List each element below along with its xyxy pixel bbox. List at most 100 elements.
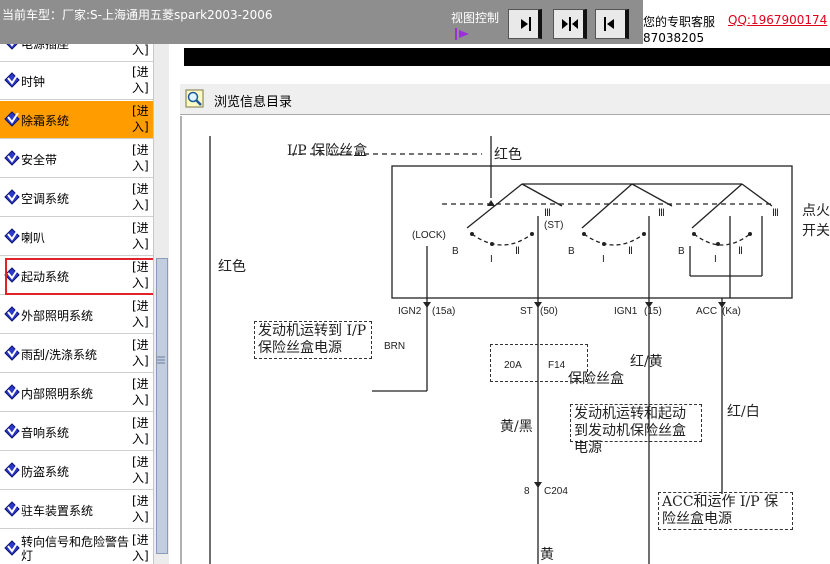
expand-left-button[interactable] bbox=[595, 9, 629, 39]
terminal-ii-3: Ⅱ bbox=[738, 246, 743, 257]
terminal-b-3: B bbox=[678, 246, 685, 257]
sidebar-item-label: 外部照明系统 bbox=[21, 309, 94, 323]
browse-catalog-link[interactable]: 浏览信息目录 bbox=[214, 91, 292, 110]
acc-value: (Ka) bbox=[722, 306, 741, 317]
ignition-switch-label: 点火开关 bbox=[802, 203, 830, 239]
sidebar-item-anti-theft[interactable]: 防盗系统 [进入] bbox=[0, 452, 153, 490]
current-car-label: 当前车型：厂家:S-上海通用五菱spark2003-2006 bbox=[2, 8, 273, 22]
sidebar-item-label: 转向信号和危险警告灯 bbox=[21, 535, 130, 563]
acc-ip-fuse-box-note: ACC和运作 I/P 保险丝盒电源 bbox=[658, 492, 793, 530]
top-bar: 当前车型：厂家:S-上海通用五菱spark2003-2006 视图控制 您的专职… bbox=[0, 0, 830, 44]
sidebar-item-defrost[interactable]: 除霜系统 [进入] bbox=[0, 101, 153, 139]
diamond-icon bbox=[4, 501, 20, 520]
diamond-icon bbox=[4, 111, 20, 130]
phone-number: 87038205 bbox=[643, 31, 705, 44]
red-yellow-wire-label: 红/黄 bbox=[630, 354, 663, 370]
panel-divider bbox=[169, 44, 180, 564]
yellow-black-wire-label: 黄/黑 bbox=[500, 419, 533, 435]
sidebar-item-horn[interactable]: 喇叭 [进入] bbox=[0, 218, 153, 256]
terminal-iii-1: Ⅲ bbox=[544, 208, 551, 219]
sidebar-item-audio-system[interactable]: 音响系统 [进入] bbox=[0, 413, 153, 451]
enter-link[interactable]: [进入] bbox=[132, 493, 150, 525]
diamond-icon bbox=[4, 228, 20, 247]
service-label: 您的专职客服 bbox=[643, 15, 716, 29]
sidebar-item-label: 驻车装置系统 bbox=[21, 504, 94, 518]
header-bar bbox=[184, 48, 830, 66]
connector-pin: 8 bbox=[524, 486, 530, 497]
sidebar-item-interior-lighting[interactable]: 内部照明系统 [进入] bbox=[0, 374, 153, 412]
qq-link[interactable]: QQ:1967900174 bbox=[728, 13, 827, 27]
red-wire-left-label: 红色 bbox=[218, 259, 246, 275]
split-view-button[interactable] bbox=[553, 9, 587, 39]
engine-run-start-fuse-box-note: 发动机运转和起动到发动机保险丝盒电源 bbox=[570, 404, 702, 456]
st-label: ST bbox=[520, 306, 533, 317]
diamond-icon bbox=[4, 423, 20, 442]
diamond-icon bbox=[4, 384, 20, 403]
connector-id: C204 bbox=[544, 486, 568, 497]
enter-link[interactable]: [进入] bbox=[132, 337, 150, 369]
ign1-value: (15) bbox=[644, 306, 662, 317]
fuse-box-label: 保险丝盒 bbox=[568, 371, 624, 387]
enter-link[interactable]: [进入] bbox=[132, 454, 150, 486]
sidebar-item-label: 防盗系统 bbox=[21, 465, 70, 479]
red-white-wire-label: 红/白 bbox=[727, 404, 760, 420]
diamond-icon bbox=[4, 189, 20, 208]
sidebar-item-label: 音响系统 bbox=[21, 426, 70, 440]
terminal-i-2: I bbox=[602, 254, 605, 265]
ign1-label: IGN1 bbox=[614, 306, 638, 317]
content-panel: 浏览信息目录 I/P 保险丝盒 红色 红色 点火开关 (LOCK) (ST) B… bbox=[180, 44, 830, 564]
system-list-sidebar: 电源插座 [进入] 时钟 [进入] 除霜系统 [进入] 安全带 [进入] 空调系… bbox=[0, 44, 153, 564]
sidebar-item-clock[interactable]: 时钟 [进入] bbox=[0, 62, 153, 100]
highlight-box bbox=[5, 258, 164, 295]
sidebar-item-turn-signal-hazard[interactable]: 转向信号和危险警告灯 [进入] bbox=[0, 530, 153, 564]
terminal-iii-3: Ⅲ bbox=[772, 208, 779, 219]
ign2-value: (15a) bbox=[432, 306, 456, 317]
diamond-icon bbox=[4, 540, 20, 559]
sidebar-item-parking-device[interactable]: 驻车装置系统 [进入] bbox=[0, 491, 153, 529]
sidebar-item-wiper-washer[interactable]: 雨刮/洗涤系统 [进入] bbox=[0, 335, 153, 373]
enter-link[interactable]: [进入] bbox=[132, 376, 150, 408]
sidebar-item-label: 雨刮/洗涤系统 bbox=[21, 348, 98, 362]
magnifier-icon[interactable] bbox=[185, 89, 205, 112]
terminal-ii-2: Ⅱ bbox=[628, 246, 633, 257]
enter-link[interactable]: [进入] bbox=[132, 532, 150, 564]
diamond-icon bbox=[4, 44, 20, 53]
enter-link[interactable]: [进入] bbox=[132, 44, 150, 58]
expand-right-button[interactable] bbox=[508, 9, 542, 39]
sidebar-item-label: 安全带 bbox=[21, 153, 58, 167]
enter-link[interactable]: [进入] bbox=[132, 181, 150, 213]
sidebar-scrollbar[interactable] bbox=[153, 44, 169, 564]
terminal-i-3: I bbox=[714, 254, 717, 265]
sidebar-item-exterior-lighting[interactable]: 外部照明系统 [进入] bbox=[0, 296, 153, 334]
sidebar-item-ac-system[interactable]: 空调系统 [进入] bbox=[0, 179, 153, 217]
sidebar-item-seatbelt[interactable]: 安全带 [进入] bbox=[0, 140, 153, 178]
enter-link[interactable]: [进入] bbox=[132, 415, 150, 447]
yellow-wire-label: 黄 bbox=[540, 547, 554, 563]
fuse-amperage: 20A bbox=[504, 360, 522, 371]
enter-link[interactable]: [进入] bbox=[132, 142, 150, 174]
enter-link[interactable]: [进入] bbox=[132, 64, 150, 96]
lock-label: (LOCK) bbox=[412, 230, 446, 241]
diamond-icon bbox=[4, 306, 20, 325]
sidebar-item-label: 除霜系统 bbox=[21, 114, 70, 128]
ign2-label: IGN2 bbox=[398, 306, 422, 317]
enter-link[interactable]: [进入] bbox=[132, 298, 150, 330]
terminal-b-1: B bbox=[452, 246, 459, 257]
terminal-ii-1: Ⅱ bbox=[515, 246, 520, 257]
diamond-icon bbox=[4, 150, 20, 169]
brn-wire-label: BRN bbox=[384, 341, 406, 352]
diamond-icon bbox=[4, 72, 20, 91]
terminal-i-1: I bbox=[490, 254, 493, 265]
enter-link[interactable]: [进入] bbox=[132, 220, 150, 252]
sidebar-item-label: 内部照明系统 bbox=[21, 387, 94, 401]
red-wire-top-label: 红色 bbox=[494, 147, 522, 163]
ip-fuse-box-label: I/P 保险丝盒 bbox=[287, 143, 368, 159]
scrollbar-thumb[interactable] bbox=[156, 258, 168, 554]
sidebar-item-label: 空调系统 bbox=[21, 192, 70, 206]
acc-label: ACC bbox=[696, 306, 718, 317]
st-position-label: (ST) bbox=[544, 220, 564, 231]
sidebar-item-label: 电源插座 bbox=[21, 44, 70, 51]
enter-link[interactable]: [进入] bbox=[132, 103, 150, 135]
scrollbar-grip-icon bbox=[157, 353, 165, 367]
sidebar-item-power-outlet[interactable]: 电源插座 [进入] bbox=[0, 44, 153, 62]
